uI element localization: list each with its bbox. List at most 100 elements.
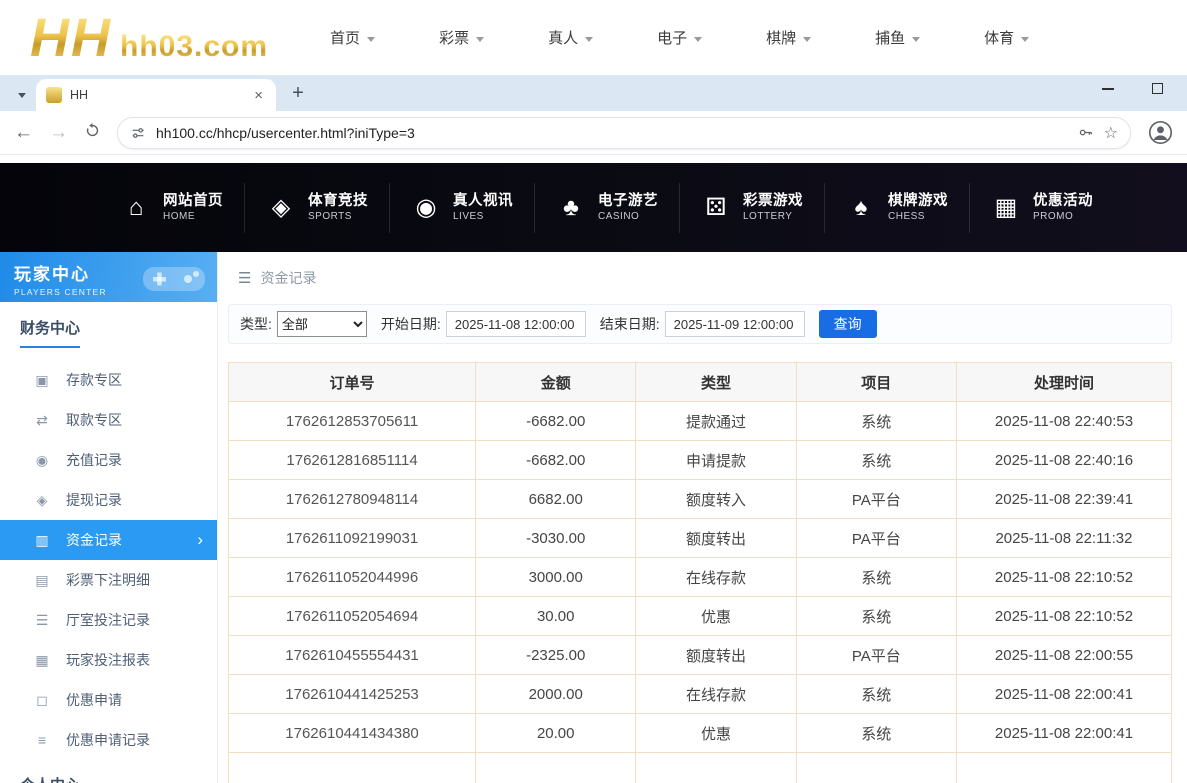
sidebar-item[interactable]: ≡ 优惠申请记录: [0, 720, 217, 760]
chevron-right-icon: ›: [197, 530, 203, 550]
table-cell: PA平台: [796, 480, 956, 519]
start-date-input[interactable]: [446, 311, 586, 337]
sidebar-item-label: 厅室投注记录: [66, 610, 150, 630]
site-header: HH hh03.com 首页 彩票 真人 电子 棋牌 捕鱼 体育: [0, 0, 1187, 75]
tab-search-button[interactable]: [10, 82, 34, 106]
url-text[interactable]: hh100.cc/hhcp/usercenter.html?iniType=3: [156, 125, 1067, 141]
table-body: 1762612853705611-6682.00提款通过系统2025-11-08…: [229, 402, 1172, 783]
main-nav-label-zh: 电子游艺: [598, 192, 658, 211]
table-row: 1762611092199031-3030.00额度转出PA平台2025-11-…: [229, 519, 1172, 558]
sidebar-item[interactable]: ◈提现记录: [0, 480, 217, 520]
minimize-button[interactable]: [1102, 88, 1114, 90]
sidebar-item[interactable]: ▣存款专区: [0, 360, 217, 400]
table-cell: 系统: [796, 675, 956, 714]
table-cell: [636, 753, 796, 783]
top-nav-item[interactable]: 捕鱼: [875, 27, 920, 48]
main-nav-label-en: PROMO: [1033, 210, 1093, 223]
table-cell: 2025-11-08 22:00:41: [956, 675, 1171, 714]
table-row: 1762612816851114-6682.00申请提款系统2025-11-08…: [229, 441, 1172, 480]
maximize-button[interactable]: [1152, 83, 1163, 94]
tab-close-button[interactable]: ×: [251, 87, 266, 104]
top-nav-label: 彩票: [439, 27, 469, 48]
site-logo[interactable]: HH hh03.com: [30, 7, 268, 69]
forward-button[interactable]: →: [49, 123, 68, 142]
sidebar-item[interactable]: ☰厅室投注记录: [0, 600, 217, 640]
table-cell: [956, 753, 1171, 783]
profile-avatar[interactable]: [1147, 120, 1173, 146]
url-bar[interactable]: hh100.cc/hhcp/usercenter.html?iniType=3 …: [117, 117, 1131, 149]
table-row: 1762610455554431-2325.00额度转出PA平台2025-11-…: [229, 636, 1172, 675]
promo-apply-record-icon: ≡: [33, 732, 51, 748]
sidebar-item[interactable]: ▦ 玩家投注报表: [0, 640, 217, 680]
top-nav-label: 体育: [984, 27, 1014, 48]
table-cell: 1762611092199031: [229, 519, 476, 558]
top-nav-item[interactable]: 电子: [657, 27, 702, 48]
main-nav-item[interactable]: ⌂网站首页HOME: [100, 183, 244, 233]
chrome-gap: [0, 155, 1187, 163]
sidebar-item[interactable]: ▥资金记录›: [0, 520, 217, 560]
query-button[interactable]: 查询: [819, 310, 877, 338]
reload-button[interactable]: [84, 122, 101, 143]
table-cell: 3000.00: [476, 558, 636, 597]
table-cell: 1762612780948114: [229, 480, 476, 519]
main-nav-text: 彩票游戏LOTTERY: [743, 192, 803, 224]
bookmark-star-icon[interactable]: ☆: [1104, 123, 1118, 143]
chess-icon: ♠: [846, 194, 876, 222]
favicon-icon: [46, 87, 62, 103]
promo-apply-icon: ◻: [33, 692, 51, 709]
top-nav-item[interactable]: 棋牌: [766, 27, 811, 48]
site-info-icon[interactable]: [130, 125, 146, 141]
table-cell: 额度转出: [636, 636, 796, 675]
table-cell: 2025-11-08 22:40:16: [956, 441, 1171, 480]
table-cell: 30.00: [476, 597, 636, 636]
main-nav-item[interactable]: ♣电子游艺CASINO: [534, 183, 679, 233]
sidebar-item[interactable]: ◉充值记录: [0, 440, 217, 480]
top-nav-item[interactable]: 彩票: [439, 27, 484, 48]
browser-toolbar: ← → hh100.cc/hhcp/usercenter.html?iniTyp…: [0, 111, 1187, 155]
lottery-bet-detail-icon: ▤: [33, 572, 51, 589]
top-nav-label: 真人: [548, 27, 578, 48]
table-cell: 2025-11-08 22:40:53: [956, 402, 1171, 441]
new-tab-button[interactable]: +: [284, 79, 312, 107]
main-nav-item[interactable]: ♠棋牌游戏CHESS: [824, 183, 969, 233]
table-cell: [476, 753, 636, 783]
table-row: 17626104414252532000.00在线存款系统2025-11-08 …: [229, 675, 1172, 714]
table-cell: 系统: [796, 714, 956, 753]
table-header-cell: 项目: [796, 363, 956, 402]
end-date-input[interactable]: [665, 311, 805, 337]
sidebar-item-label: 优惠申请记录: [66, 730, 150, 750]
main-nav-text: 体育竞技SPORTS: [308, 192, 368, 224]
table-cell: 1762610441425253: [229, 675, 476, 714]
main-nav-item[interactable]: ▦优惠活动PROMO: [969, 183, 1114, 233]
type-label: 类型:: [240, 314, 272, 334]
sidebar-item-label: 取款专区: [66, 410, 122, 430]
table-header-row: 订单号金额类型项目处理时间: [229, 363, 1172, 402]
browser-tab[interactable]: HH ×: [36, 79, 276, 111]
type-select[interactable]: 全部: [277, 311, 367, 337]
sidebar-item[interactable]: ▤彩票下注明细: [0, 560, 217, 600]
player-bet-report-icon: ▦: [33, 652, 51, 669]
back-button[interactable]: ←: [14, 123, 33, 142]
top-nav-item[interactable]: 真人: [548, 27, 593, 48]
browser-tab-strip: HH × +: [0, 75, 1187, 111]
content: 玩家中心 PLAYERS CENTER 财务中心 ▣存款专区⇄取款专区◉充值记录…: [0, 252, 1187, 783]
table-row: 17626110520449963000.00在线存款系统2025-11-08 …: [229, 558, 1172, 597]
top-nav-item[interactable]: 体育: [984, 27, 1029, 48]
password-key-icon[interactable]: [1077, 124, 1094, 141]
window-controls: [1102, 83, 1163, 94]
table-cell: 优惠: [636, 714, 796, 753]
breadcrumb-label: 资金记录: [260, 268, 316, 288]
main-nav-label-en: HOME: [163, 210, 223, 223]
sidebar-item[interactable]: ⇄取款专区: [0, 400, 217, 440]
end-date-label: 结束日期:: [600, 314, 660, 334]
promo-icon: ▦: [991, 193, 1021, 222]
main-nav-item[interactable]: ◉真人视讯LIVES: [389, 183, 534, 233]
table-cell: 1762610455554431: [229, 636, 476, 675]
sidebar-item[interactable]: ◻优惠申请: [0, 680, 217, 720]
top-nav-item[interactable]: 首页: [330, 27, 375, 48]
main-nav-item[interactable]: ⚄彩票游戏LOTTERY: [679, 183, 824, 233]
sidebar-item-label: 玩家投注报表: [66, 650, 150, 670]
main-nav-label-en: CHESS: [888, 210, 948, 223]
main-nav-item[interactable]: ◈体育竞技SPORTS: [244, 183, 389, 233]
table-cell: 1762612816851114: [229, 441, 476, 480]
